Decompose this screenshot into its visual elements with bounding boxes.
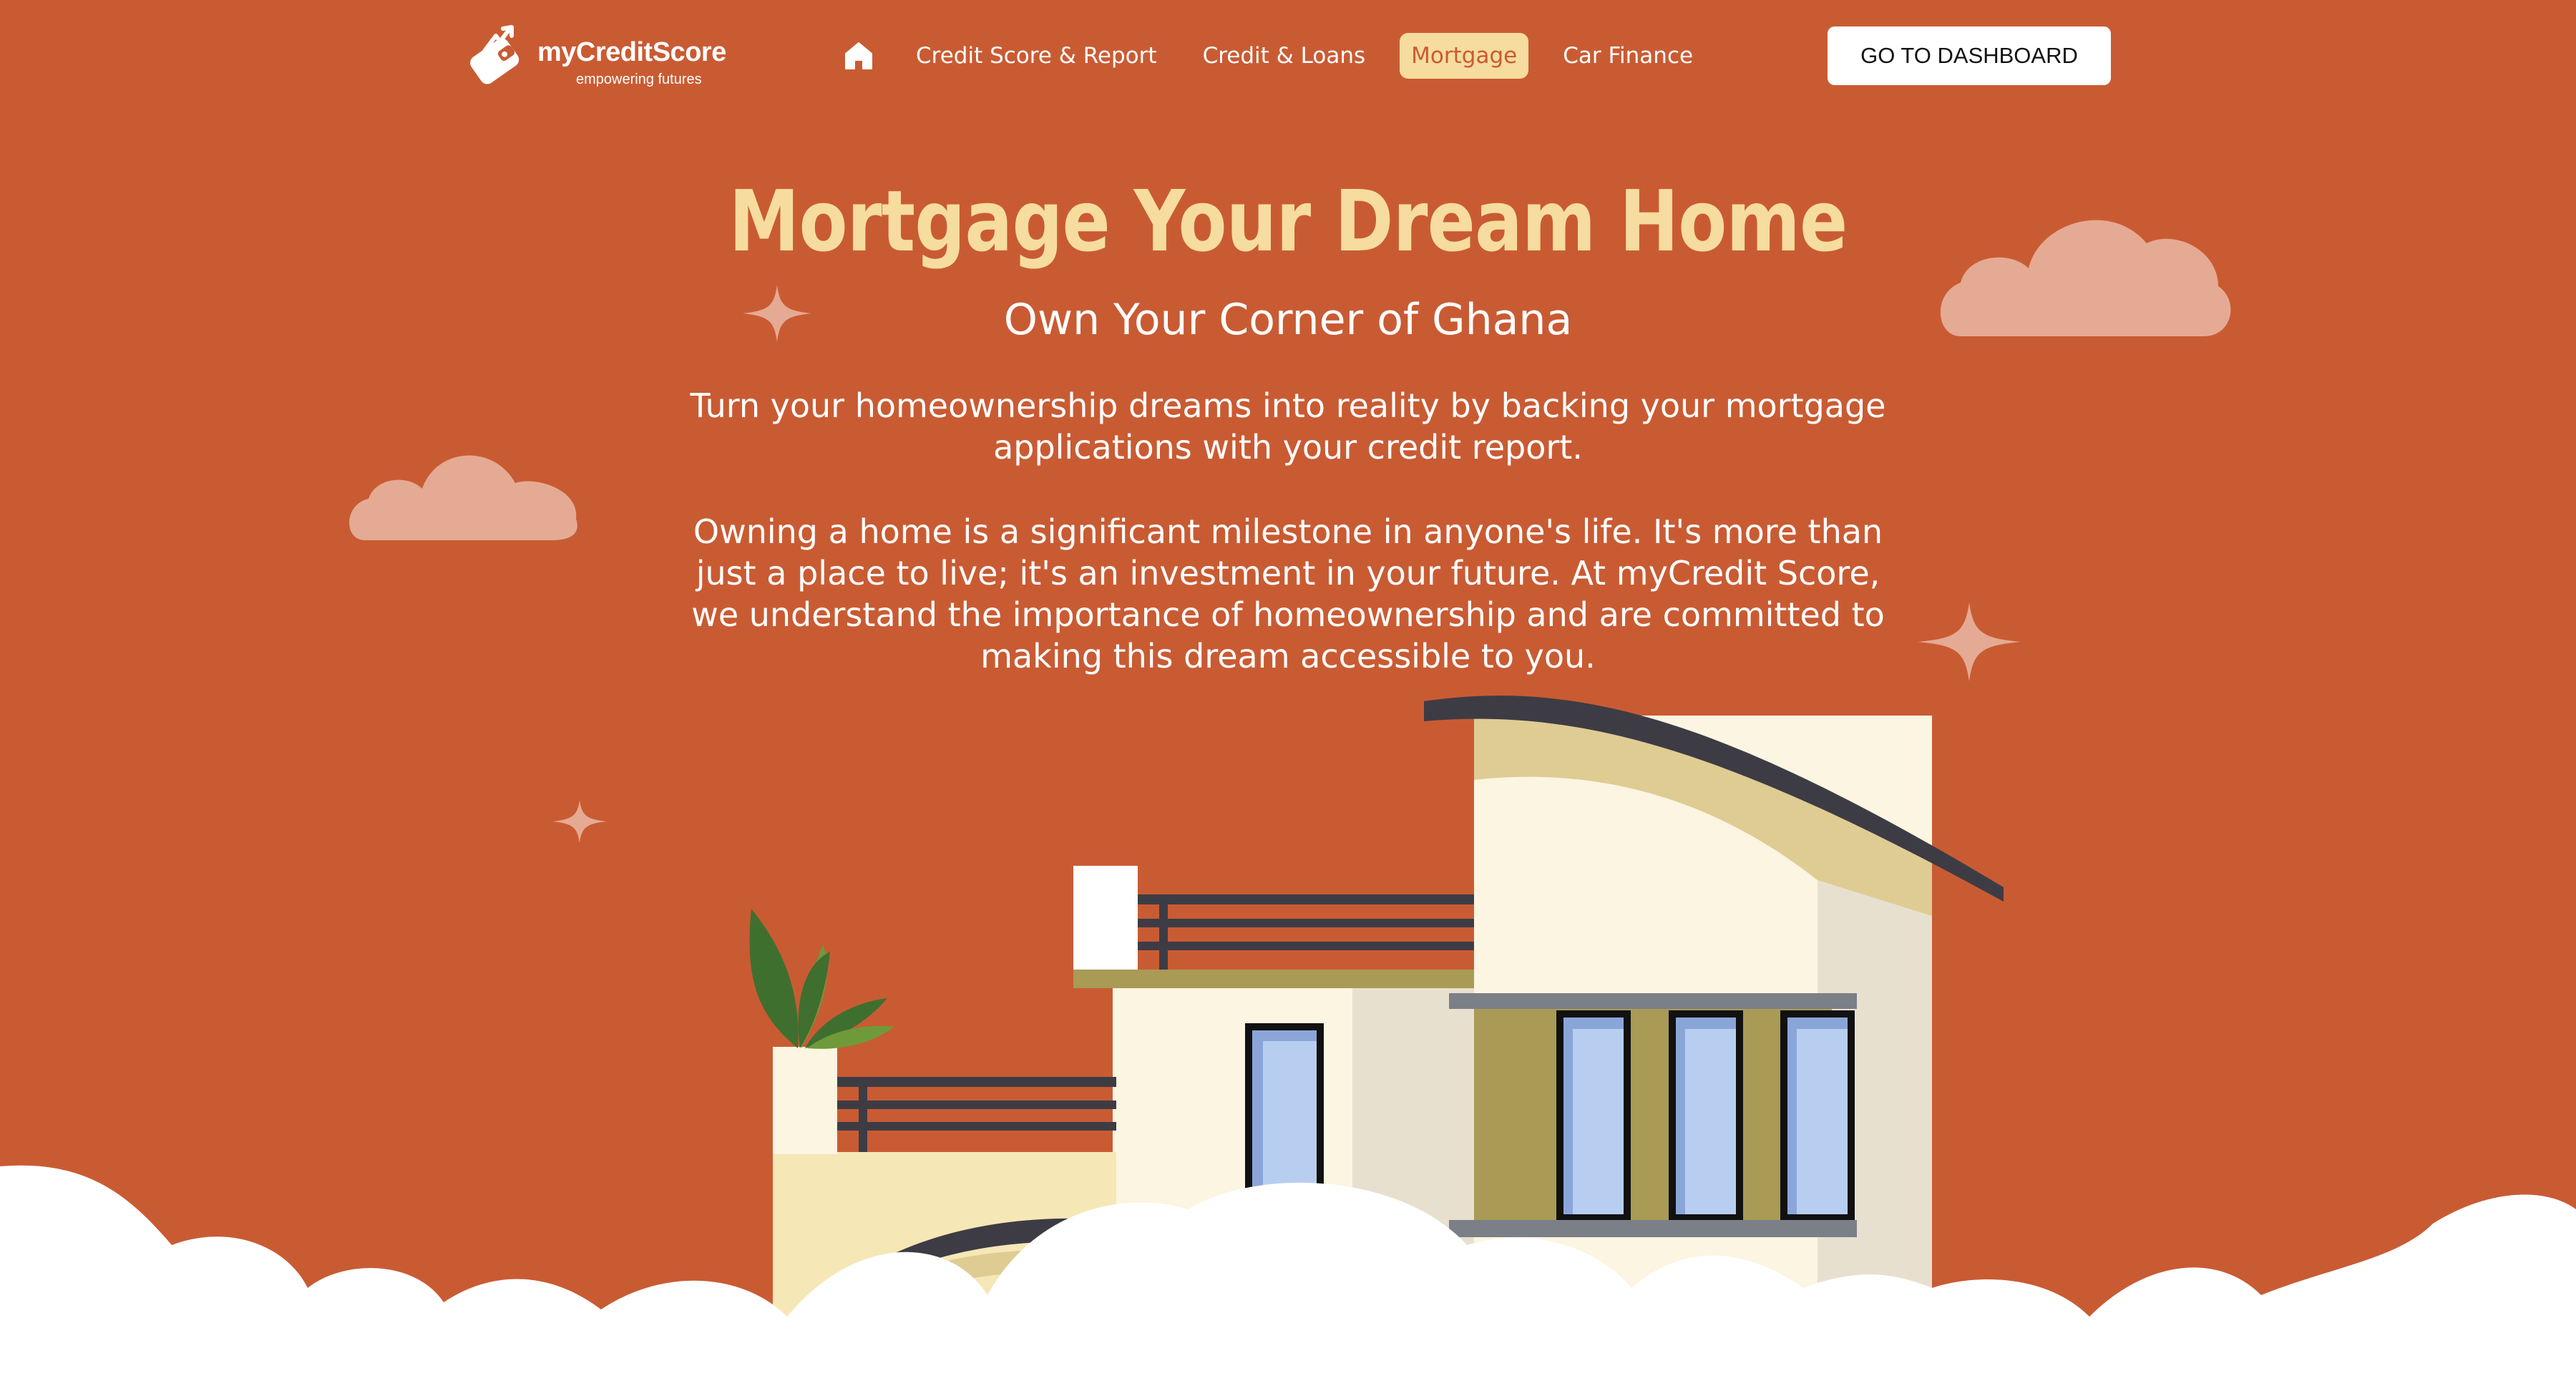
sparkle-icon	[552, 800, 607, 843]
sparkle-icon	[1918, 602, 2021, 681]
wallet-logo-icon	[470, 25, 519, 84]
nav-car-finance[interactable]: Car Finance	[1551, 33, 1704, 79]
brand-name: myCreditScore	[537, 37, 726, 67]
go-to-dashboard-button[interactable]: GO TO DASHBOARD	[1828, 26, 2111, 85]
main-nav: Credit Score & Report Credit & Loans Mor…	[837, 27, 1727, 84]
brand-logo[interactable]: myCreditScore empowering futures	[462, 21, 726, 93]
nav-credit-loans[interactable]: Credit & Loans	[1191, 33, 1377, 79]
brand-tagline: empowering futures	[576, 72, 702, 87]
hero-title: Mortgage Your Dream Home	[728, 172, 1848, 270]
bottom-clouds	[0, 1165, 2576, 1381]
hero-subtitle: Own Your Corner of Ghana	[1003, 295, 1573, 345]
nav-credit-score-report[interactable]: Credit Score & Report	[904, 33, 1169, 79]
hero-body-paragraph: Owning a home is a significant milestone…	[691, 512, 1885, 675]
cloud-icon	[349, 455, 577, 540]
nav-home-link[interactable]	[837, 34, 880, 77]
hero-intro-paragraph: Turn your homeownership dreams into real…	[690, 386, 1886, 467]
nav-mortgage[interactable]: Mortgage	[1400, 33, 1529, 79]
home-icon	[845, 42, 872, 69]
